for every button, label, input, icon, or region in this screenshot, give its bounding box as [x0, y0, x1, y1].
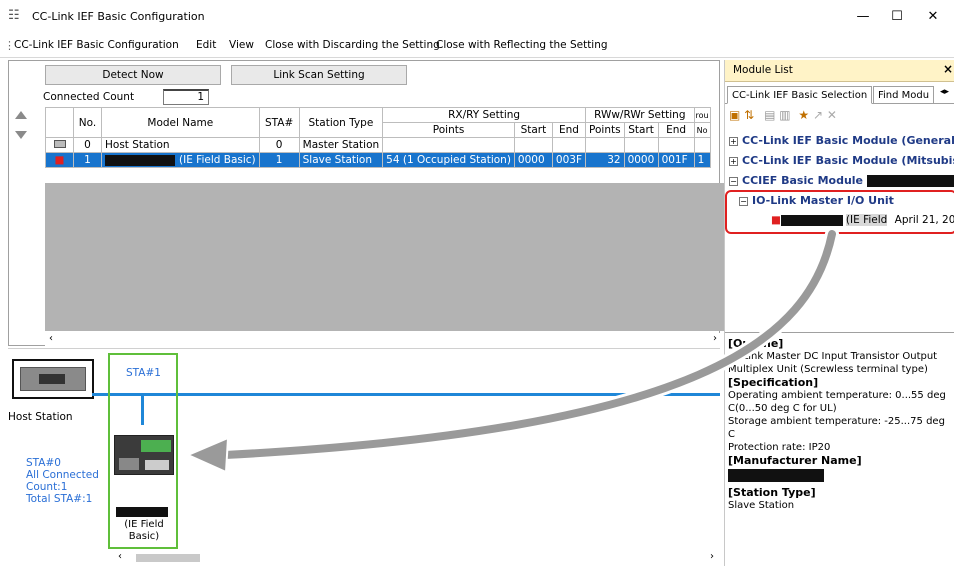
arrow-head-icon [185, 436, 230, 474]
drag-arrow-path [221, 230, 836, 459]
drag-arrow-overlay [185, 227, 839, 474]
